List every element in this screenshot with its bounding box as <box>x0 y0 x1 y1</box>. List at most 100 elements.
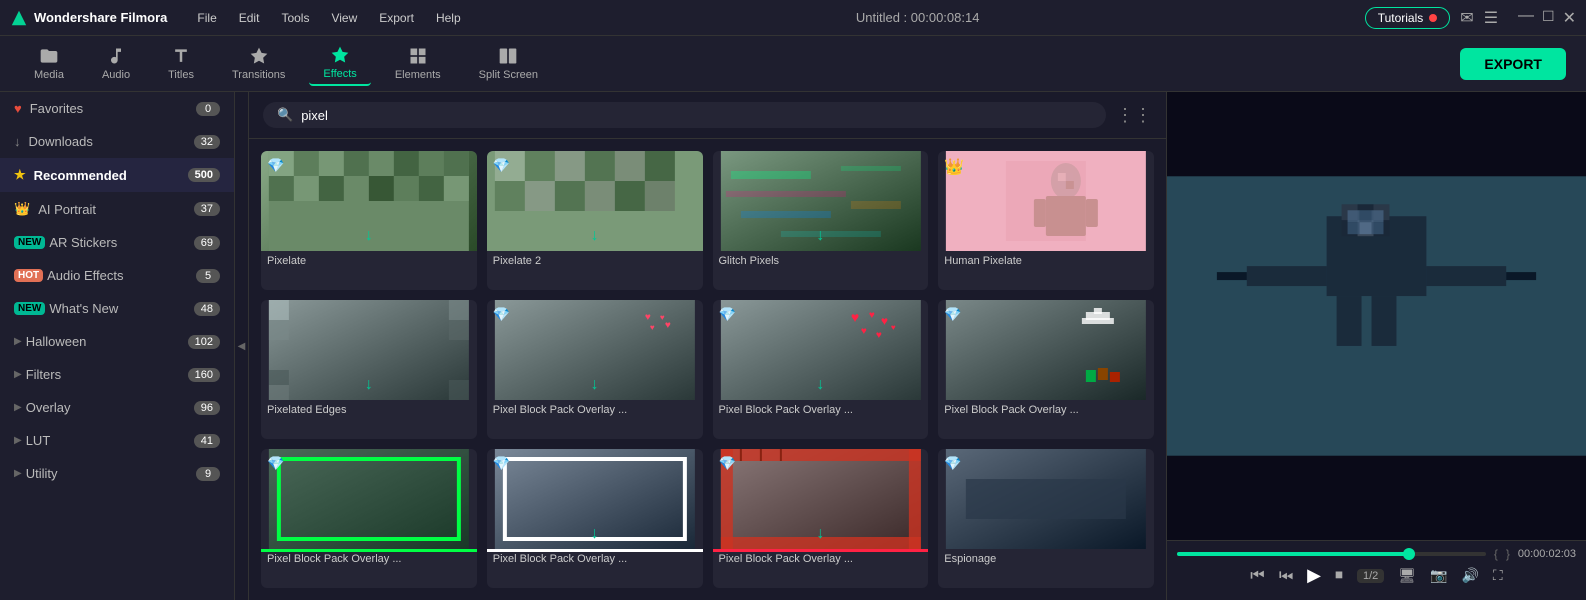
menu-edit[interactable]: Edit <box>229 9 270 27</box>
svg-text:♥: ♥ <box>890 323 895 332</box>
menu-view[interactable]: View <box>321 9 367 27</box>
menu-file[interactable]: File <box>187 9 226 27</box>
tool-transitions[interactable]: Transitions <box>218 42 299 85</box>
effect-card-glitch[interactable]: ↓ Glitch Pixels <box>713 151 929 290</box>
sidebar-item-downloads[interactable]: ↓ Downloads 32 <box>0 125 234 158</box>
effect-card-espionage[interactable]: 💎 Espionage <box>938 449 1154 588</box>
gem-badge-pixelate2: 💎 <box>493 157 510 174</box>
maximize-button[interactable]: ☐ <box>1542 8 1555 28</box>
tool-titles[interactable]: Titles <box>154 42 208 85</box>
skip-back-button[interactable]: ⏮ <box>1250 567 1264 585</box>
titlebar: Wondershare Filmora File Edit Tools View… <box>0 0 1586 36</box>
search-input-wrapper: 🔍 <box>263 102 1106 128</box>
sidebar-recommended-count: 500 <box>188 168 220 182</box>
search-input[interactable] <box>301 108 1092 123</box>
new-badge-ar: NEW <box>14 236 45 249</box>
screen-icon[interactable]: 🖥 <box>1398 567 1416 584</box>
sidebar-item-ar-stickers[interactable]: NEW AR Stickers 69 <box>0 226 234 259</box>
menu-help[interactable]: Help <box>426 9 471 27</box>
effect-card-human-pixelate[interactable]: 👑 Human Pixelate <box>938 151 1154 290</box>
new-badge-whatsnew: NEW <box>14 302 45 315</box>
sidebar-item-filters[interactable]: ▶ Filters 160 <box>0 358 234 391</box>
mail-icon[interactable]: ✉ <box>1460 8 1473 28</box>
menu-tools[interactable]: Tools <box>271 9 319 27</box>
gem-badge-block6: 💎 <box>719 455 736 472</box>
sidebar-collapse-button[interactable]: ◀ <box>235 92 249 600</box>
sidebar-item-favorites[interactable]: ♥ Favorites 0 <box>0 92 234 125</box>
effect-card-block1[interactable]: ♥ ♥ ♥ ♥ 💎 ↓ Pixel Block Pack Overlay ... <box>487 300 703 439</box>
search-bar: 🔍 ⋮⋮ <box>249 92 1166 139</box>
tool-effects[interactable]: Effects <box>309 41 370 86</box>
preview-video <box>1167 92 1586 540</box>
sidebar-audio-effects-label: Audio Effects <box>47 268 196 283</box>
progress-track[interactable] <box>1177 552 1486 556</box>
gem-badge-block1: 💎 <box>493 306 510 323</box>
preview-panel: { } 00:00:02:03 ⏮ ⏭ ▶ ⏹ 1/2 🖥 📷 🔊 ⛶ <box>1166 92 1586 600</box>
download-icon-pixelate2: ↓ <box>591 227 599 245</box>
sidebar-halloween-label: Halloween <box>26 334 188 349</box>
sidebar-favorites-count: 0 <box>196 102 220 116</box>
tool-elements-label: Elements <box>395 69 441 81</box>
list-icon[interactable]: ☰ <box>1484 8 1498 28</box>
progress-thumb <box>1403 548 1415 560</box>
play-button[interactable]: ▶ <box>1307 565 1321 586</box>
effect-card-block5[interactable]: 💎 ↓ Pixel Block Pack Overlay ... <box>487 449 703 588</box>
svg-text:♥: ♥ <box>880 314 887 328</box>
effects-grid: 💎 ↓ Pixelate <box>249 139 1166 600</box>
tool-media[interactable]: Media <box>20 42 78 85</box>
sidebar-item-recommended[interactable]: ★ Recommended 500 <box>0 158 234 192</box>
effect-card-block2[interactable]: ♥ ♥ ♥ ♥ ♥ ♥ 💎 ↓ Pixel Block Pack Overlay… <box>713 300 929 439</box>
sidebar-item-whats-new[interactable]: NEW What's New 48 <box>0 292 234 325</box>
download-sidebar-icon: ↓ <box>14 134 21 149</box>
effect-card-pixelate2[interactable]: 💎 ↓ Pixelate 2 <box>487 151 703 290</box>
sidebar-ar-stickers-count: 69 <box>194 236 220 250</box>
crown-badge-human: 👑 <box>944 157 964 177</box>
sidebar-item-utility[interactable]: ▶ Utility 9 <box>0 457 234 490</box>
effect-card-pixelated-edges[interactable]: ↓ Pixelated Edges <box>261 300 477 439</box>
gem-badge-block4: 💎 <box>267 455 284 472</box>
tool-splitscreen[interactable]: Split Screen <box>465 42 552 85</box>
effect-card-block6[interactable]: 💎 ↓ Pixel Block Pack Overlay ... <box>713 449 929 588</box>
sidebar-item-halloween[interactable]: ▶ Halloween 102 <box>0 325 234 358</box>
sidebar-whats-new-count: 48 <box>194 302 220 316</box>
sidebar-item-audio-effects[interactable]: HOT Audio Effects 5 <box>0 259 234 292</box>
gem-badge-espionage: 💎 <box>944 455 961 472</box>
window-controls: — ☐ ✕ <box>1518 8 1576 28</box>
fullscreen-icon[interactable]: ⛶ <box>1493 567 1503 584</box>
menu-export[interactable]: Export <box>369 9 424 27</box>
svg-text:♥: ♥ <box>645 312 651 323</box>
gem-badge-block3: 💎 <box>944 306 961 323</box>
download-icon-glitch: ↓ <box>816 227 824 245</box>
screenshot-icon[interactable]: 📷 <box>1430 567 1447 584</box>
tool-elements[interactable]: Elements <box>381 42 455 85</box>
close-button[interactable]: ✕ <box>1563 8 1576 28</box>
effect-block4-label: Pixel Block Pack Overlay ... <box>261 549 477 569</box>
sidebar-recommended-label: Recommended <box>34 168 188 183</box>
download-icon-block6: ↓ <box>816 525 824 543</box>
grid-view-icon[interactable]: ⋮⋮ <box>1116 105 1152 126</box>
chevron-overlay-icon: ▶ <box>14 402 22 413</box>
speed-badge[interactable]: 1/2 <box>1357 569 1384 583</box>
download-icon-pixelate: ↓ <box>365 227 373 245</box>
sidebar-item-ai-portrait[interactable]: 👑 AI Portrait 37 <box>0 192 234 226</box>
effect-human-pixelate-label: Human Pixelate <box>938 251 1154 271</box>
timeline-bar: { } 00:00:02:03 <box>1177 547 1576 561</box>
effect-card-block4[interactable]: 💎 Pixel Block Pack Overlay ... <box>261 449 477 588</box>
download-icon-block2: ↓ <box>816 376 824 394</box>
minimize-button[interactable]: — <box>1518 8 1534 28</box>
sidebar: ♥ Favorites 0 ↓ Downloads 32 ★ Recommend… <box>0 92 235 600</box>
export-button[interactable]: EXPORT <box>1460 48 1566 80</box>
effect-card-pixelate[interactable]: 💎 ↓ Pixelate <box>261 151 477 290</box>
tutorials-button[interactable]: Tutorials <box>1365 7 1451 29</box>
tool-audio[interactable]: Audio <box>88 42 144 85</box>
effect-card-block3[interactable]: 💎 Pixel Block Pack Overlay ... <box>938 300 1154 439</box>
tutorials-notification-dot <box>1429 14 1437 22</box>
sidebar-item-lut[interactable]: ▶ LUT 41 <box>0 424 234 457</box>
step-back-button[interactable]: ⏭ <box>1279 567 1293 585</box>
volume-icon[interactable]: 🔊 <box>1461 567 1478 584</box>
tool-titles-label: Titles <box>168 69 194 81</box>
sidebar-item-overlay[interactable]: ▶ Overlay 96 <box>0 391 234 424</box>
app-logo: Wondershare Filmora <box>10 9 167 27</box>
stop-button[interactable]: ⏹ <box>1335 567 1343 585</box>
effect-pixelated-edges-label: Pixelated Edges <box>261 400 477 420</box>
